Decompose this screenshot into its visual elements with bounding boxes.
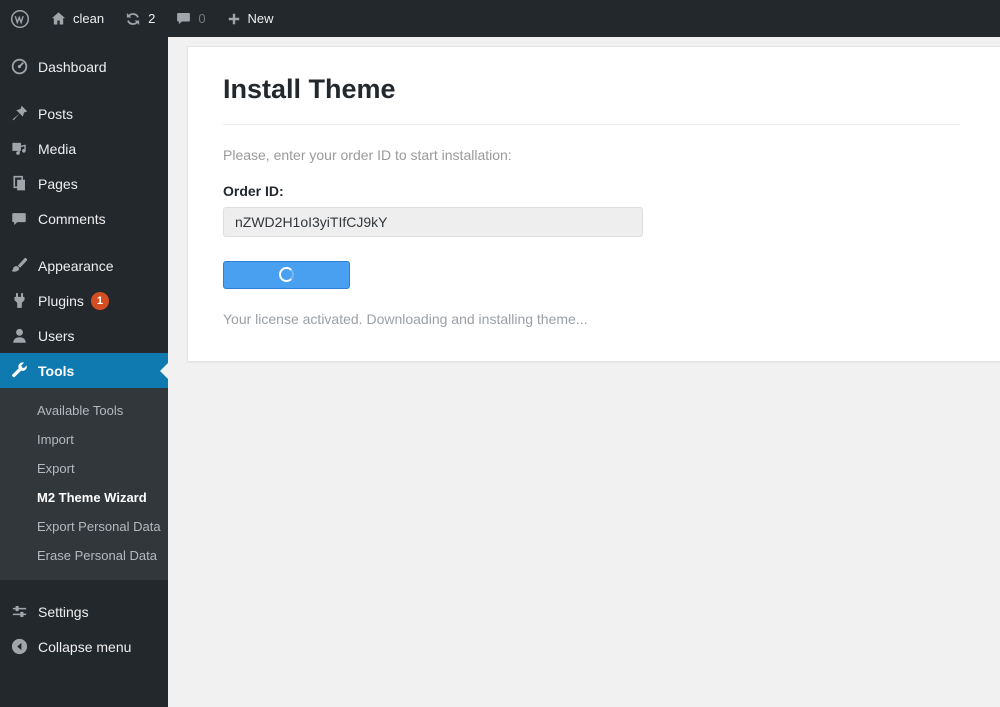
comment-count: 0 xyxy=(198,11,206,26)
sidebar-item-label: Comments xyxy=(38,210,106,227)
sidebar-item-media[interactable]: Media xyxy=(0,131,168,166)
plug-icon xyxy=(9,291,29,311)
wordpress-logo-icon xyxy=(10,9,30,29)
install-theme-panel: Install Theme Please, enter your order I… xyxy=(187,46,1000,362)
submenu-item-m2-theme-wizard[interactable]: M2 Theme Wizard xyxy=(0,483,168,512)
comment-bubble-icon xyxy=(175,10,192,27)
title-divider xyxy=(223,123,960,125)
order-id-label: Order ID: xyxy=(223,182,284,199)
updates-menu[interactable]: 2 xyxy=(114,0,165,37)
submenu-item-export[interactable]: Export xyxy=(0,454,168,483)
user-icon xyxy=(9,326,29,346)
update-count: 2 xyxy=(148,11,156,26)
plugins-update-badge: 1 xyxy=(90,291,109,310)
sidebar-item-label: Dashboard xyxy=(38,58,107,75)
home-icon xyxy=(50,10,67,27)
sidebar-item-label: Users xyxy=(38,327,75,344)
sidebar-item-plugins[interactable]: Plugins 1 xyxy=(0,283,168,318)
content-area: Install Theme Please, enter your order I… xyxy=(168,37,1000,707)
admin-sidebar: Dashboard Posts Media Pages Comments App… xyxy=(0,37,168,707)
wrench-icon xyxy=(9,361,29,381)
page-title: Install Theme xyxy=(223,74,396,104)
new-content-menu[interactable]: New xyxy=(216,0,284,37)
menu-separator xyxy=(0,236,168,248)
sidebar-item-label: Tools xyxy=(38,362,75,379)
sidebar-item-pages[interactable]: Pages xyxy=(0,166,168,201)
site-name-menu[interactable]: clean xyxy=(40,0,114,37)
wordpress-logo-menu[interactable] xyxy=(0,0,40,37)
install-button[interactable] xyxy=(223,260,350,289)
sidebar-item-appearance[interactable]: Appearance xyxy=(0,248,168,283)
admin-bar: clean 2 0 New xyxy=(0,0,1000,37)
sidebar-item-label: Posts xyxy=(38,105,74,122)
loading-spinner-icon xyxy=(279,267,294,283)
sidebar-item-label: Settings xyxy=(38,603,89,620)
submenu-item-export-personal-data[interactable]: Export Personal Data xyxy=(0,512,168,541)
menu-separator xyxy=(0,580,168,594)
paintbrush-icon xyxy=(9,256,29,276)
menu-separator xyxy=(0,84,168,96)
updates-icon xyxy=(124,10,142,28)
sidebar-item-settings[interactable]: Settings xyxy=(0,594,168,629)
wordpress-admin-screen: clean 2 0 New Dashboard Posts Media Page… xyxy=(0,0,1000,707)
collapse-menu-label: Collapse menu xyxy=(38,638,132,655)
sidebar-item-comments[interactable]: Comments xyxy=(0,201,168,236)
status-message: Your license activated. Downloading and … xyxy=(223,310,588,327)
sidebar-item-label: Media xyxy=(38,140,77,157)
submenu-item-import[interactable]: Import xyxy=(0,425,168,454)
settings-sliders-icon xyxy=(9,602,29,622)
plus-icon xyxy=(226,11,242,27)
new-label: New xyxy=(247,11,274,26)
sidebar-item-tools[interactable]: Tools xyxy=(0,353,168,388)
submenu-item-erase-personal-data[interactable]: Erase Personal Data xyxy=(0,541,168,570)
order-id-input[interactable] xyxy=(223,206,643,237)
sidebar-item-label: Appearance xyxy=(38,257,114,274)
media-icon xyxy=(9,139,29,159)
tools-submenu: Available Tools Import Export M2 Theme W… xyxy=(0,388,168,580)
collapse-menu-button[interactable]: Collapse menu xyxy=(0,629,168,664)
collapse-arrow-icon xyxy=(9,637,29,657)
dashboard-icon xyxy=(9,57,29,77)
sidebar-item-posts[interactable]: Posts xyxy=(0,96,168,131)
site-name-label: clean xyxy=(73,11,105,26)
menu-separator xyxy=(0,37,168,49)
pushpin-icon xyxy=(9,104,29,124)
sidebar-item-label: Pages xyxy=(38,175,78,192)
active-menu-arrow xyxy=(160,362,168,379)
sidebar-item-label: Plugins xyxy=(38,292,84,309)
comments-icon xyxy=(9,209,29,229)
comments-menu[interactable]: 0 xyxy=(165,0,215,37)
sidebar-item-users[interactable]: Users xyxy=(0,318,168,353)
pages-icon xyxy=(9,174,29,194)
sidebar-item-dashboard[interactable]: Dashboard xyxy=(0,49,168,84)
instruction-text: Please, enter your order ID to start ins… xyxy=(223,146,512,163)
submenu-item-available-tools[interactable]: Available Tools xyxy=(0,396,168,425)
